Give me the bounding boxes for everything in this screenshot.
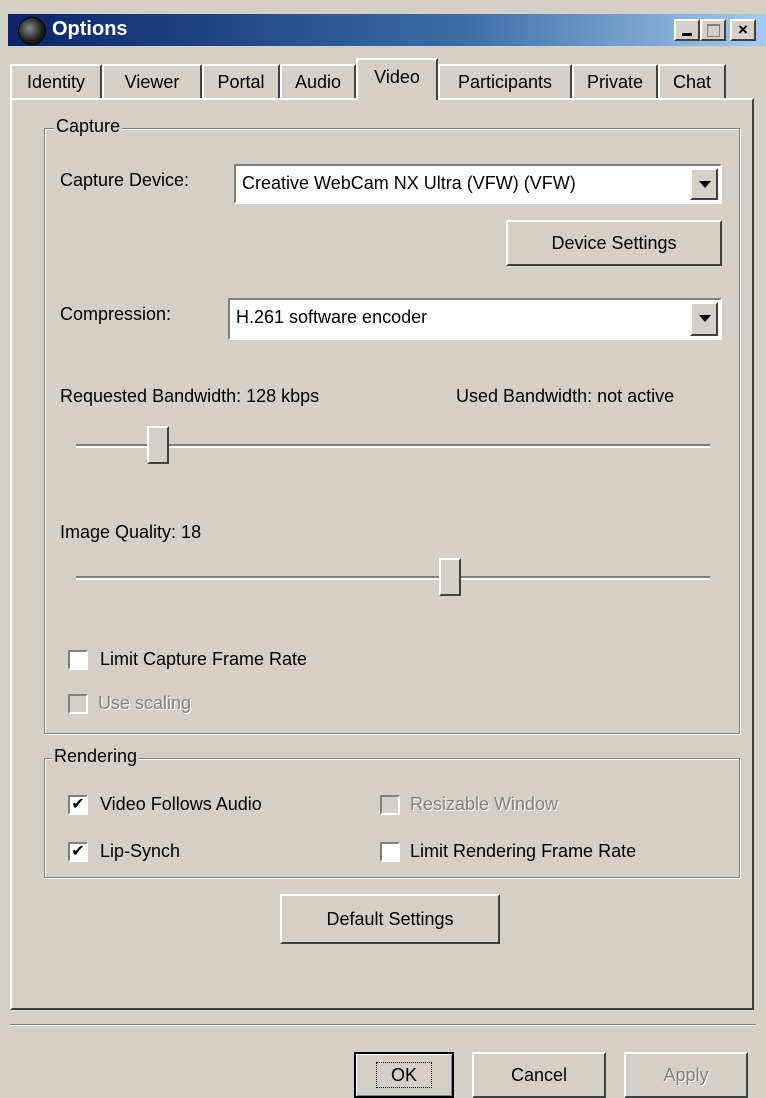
minimize-icon — [682, 33, 692, 36]
use-scaling-label: Use scaling — [98, 693, 192, 713]
limit-capture-frame-rate-label: Limit Capture Frame Rate — [100, 649, 308, 669]
tab-label: Viewer — [124, 72, 180, 92]
capture-legend: Capture — [54, 116, 123, 137]
cancel-button[interactable]: Cancel — [472, 1052, 606, 1098]
close-icon: × — [738, 20, 748, 39]
device-settings-button[interactable]: Device Settings — [506, 220, 722, 266]
bottom-divider — [10, 1024, 756, 1026]
capture-device-dropdown-button[interactable] — [690, 168, 718, 200]
chevron-down-icon — [699, 315, 711, 322]
compression-value: H.261 software encoder — [236, 307, 428, 327]
tab-private[interactable]: Private — [572, 64, 658, 98]
tab-label: Chat — [672, 72, 712, 92]
title-bar[interactable]: Options × — [8, 14, 766, 46]
tab-label: Audio — [294, 72, 342, 92]
quality-slider-thumb[interactable] — [439, 558, 462, 596]
app-icon[interactable] — [18, 17, 46, 45]
capture-device-label: Capture Device: — [60, 170, 190, 190]
video-follows-audio-label: Video Follows Audio — [100, 794, 262, 814]
compression-label: Compression: — [60, 304, 172, 324]
apply-button[interactable]: Apply — [624, 1052, 748, 1098]
default-settings-button[interactable]: Default Settings — [280, 894, 500, 944]
tab-label: Participants — [457, 72, 553, 92]
tab-viewer[interactable]: Viewer — [102, 64, 202, 98]
check-icon: ✔ — [71, 796, 85, 813]
tab-participants[interactable]: Participants — [438, 64, 572, 98]
tab-portal[interactable]: Portal — [202, 64, 280, 98]
tab-label: Portal — [217, 72, 265, 92]
check-icon: ✔ — [71, 843, 85, 860]
used-bandwidth-label: Used Bandwidth: not active — [456, 386, 675, 406]
compression-select[interactable]: H.261 software encoder — [228, 298, 722, 340]
tab-audio[interactable]: Audio — [280, 64, 356, 98]
ok-button[interactable]: OK — [354, 1052, 454, 1098]
minimize-button[interactable] — [674, 19, 700, 41]
lip-synch-label: Lip-Synch — [100, 841, 181, 861]
maximize-icon — [707, 24, 720, 37]
limit-capture-frame-rate-checkbox[interactable] — [68, 650, 88, 670]
chevron-down-icon — [699, 181, 711, 188]
compression-dropdown-button[interactable] — [690, 302, 718, 336]
capture-device-value: Creative WebCam NX Ultra (VFW) (VFW) — [242, 173, 576, 193]
tab-identity[interactable]: Identity — [10, 64, 102, 98]
tab-label: Private — [586, 72, 644, 92]
resizable-window-checkbox[interactable] — [380, 795, 400, 815]
rendering-legend: Rendering — [52, 746, 140, 767]
resizable-window-label: Resizable Window — [410, 794, 559, 814]
tab-video[interactable]: Video — [356, 58, 438, 100]
maximize-button[interactable] — [700, 19, 726, 41]
limit-rendering-frame-rate-checkbox[interactable] — [380, 842, 400, 862]
close-button[interactable]: × — [730, 19, 756, 41]
capture-device-select[interactable]: Creative WebCam NX Ultra (VFW) (VFW) — [234, 164, 722, 204]
bandwidth-slider-track[interactable] — [76, 444, 710, 448]
bandwidth-slider-thumb[interactable] — [147, 426, 170, 464]
limit-rendering-frame-rate-label: Limit Rendering Frame Rate — [410, 841, 637, 861]
video-follows-audio-checkbox[interactable]: ✔ — [68, 795, 88, 815]
use-scaling-checkbox[interactable] — [68, 694, 88, 714]
window-title: Options — [52, 18, 128, 40]
requested-bandwidth-label: Requested Bandwidth: 128 kbps — [60, 386, 320, 406]
image-quality-label: Image Quality: 18 — [60, 522, 202, 542]
lip-synch-checkbox[interactable]: ✔ — [68, 842, 88, 862]
ok-label: OK — [375, 1062, 432, 1088]
tab-label: Video — [374, 67, 420, 87]
quality-slider-track[interactable] — [76, 576, 710, 580]
tab-label: Identity — [26, 72, 86, 92]
tab-chat[interactable]: Chat — [658, 64, 726, 98]
